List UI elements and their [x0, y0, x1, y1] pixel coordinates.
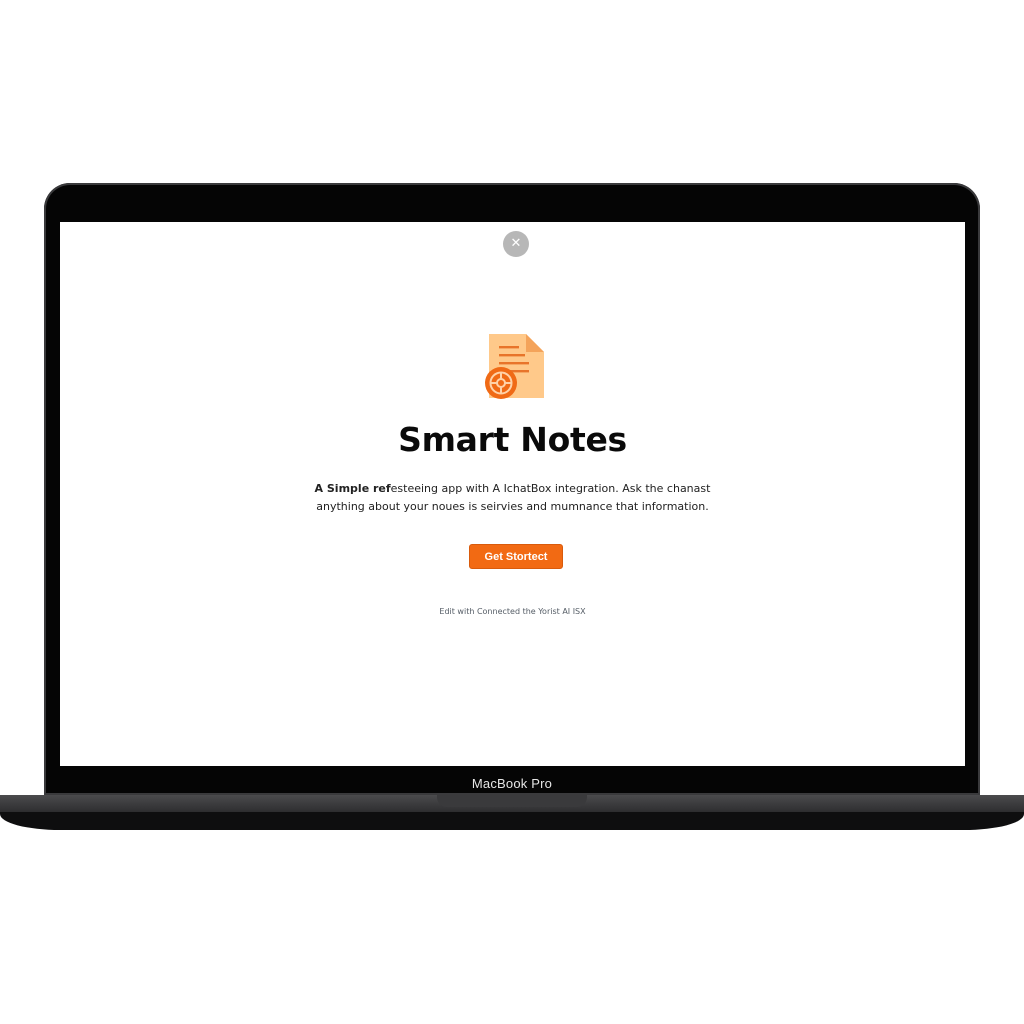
- document-gear-icon: [485, 334, 544, 399]
- laptop-screen: ✕ Smart Notes A Simple refesteeing app w…: [60, 222, 965, 766]
- laptop-base-bottom: [0, 812, 1024, 830]
- close-icon: ✕: [510, 236, 522, 251]
- description-line-1: A Simple refesteeing app with A IchatBox…: [60, 480, 965, 498]
- laptop-notch: [437, 795, 587, 807]
- laptop-mockup: ✕ Smart Notes A Simple refesteeing app w…: [0, 0, 1024, 1024]
- close-button[interactable]: ✕: [503, 231, 529, 257]
- footer-note: Edit with Connected the Yorist AI ISX: [439, 607, 586, 616]
- get-started-button[interactable]: Get Stortect: [469, 544, 563, 569]
- description-line-2: anything about your noues is seirvies an…: [316, 500, 709, 513]
- description-rest: esteeing app with A IchatBox integration…: [390, 482, 711, 495]
- model-label: MacBook Pro: [471, 776, 553, 791]
- description-bold: A Simple ref: [314, 482, 391, 495]
- app-description: A Simple refesteeing app with A IchatBox…: [60, 480, 965, 516]
- app-title: Smart Notes: [398, 420, 627, 459]
